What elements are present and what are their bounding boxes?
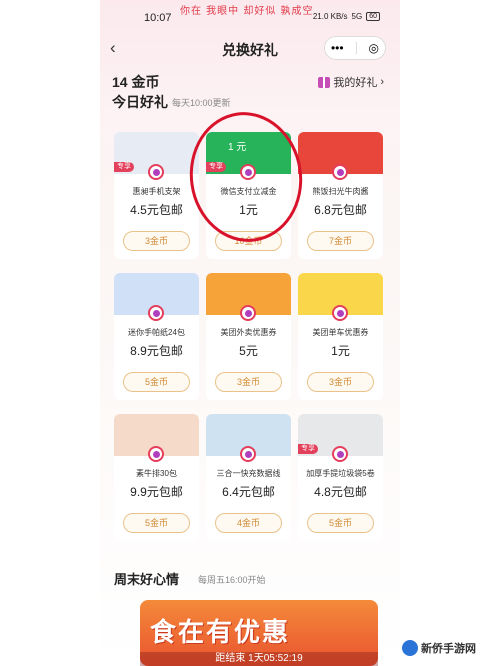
product-card[interactable]: 素牛排30包 9.9元包邮 5金币 (114, 414, 199, 541)
brand-logo-icon (148, 305, 164, 321)
product-price: 9.9元包邮 (130, 485, 183, 499)
product-card[interactable]: 美团单车优惠券 1元 3金币 (298, 273, 383, 400)
banner-title: 食在有优惠 (150, 618, 291, 648)
product-price: 8.9元包邮 (130, 344, 183, 358)
product-name: 素牛排30包 (136, 469, 177, 478)
phone-screen: 10:07 21.0 KB/s 5G 60 ‹ 兑换好礼 ••• ◎ 14 金币… (100, 0, 400, 666)
site-watermark-logo: 新侨手游网 (402, 640, 476, 656)
product-name: 惠昶手机支架 (132, 187, 181, 196)
exclusive-badge: 专享 (298, 444, 318, 454)
exclusive-badge: 专享 (114, 162, 134, 172)
exclusive-badge: 专享 (206, 162, 226, 172)
product-card[interactable]: 三合一快充数据线 6.4元包邮 4金币 (206, 414, 291, 541)
snack-icon (114, 414, 199, 462)
brand-logo-icon (240, 164, 256, 180)
signal-icon: 5G (351, 12, 363, 21)
trash-bag-icon: 专享 (298, 414, 383, 462)
banner-countdown: 距结束 1天05:52:19 (140, 652, 378, 666)
bike-icon (298, 273, 383, 321)
mini-program-capsule: ••• ◎ (324, 36, 386, 60)
redeem-button[interactable]: 10金币 (215, 231, 282, 251)
cable-icon (206, 414, 291, 462)
redeem-button[interactable]: 3金币 (307, 372, 374, 392)
product-card[interactable]: 专享加厚手提垃圾袋5卷 4.8元包邮 5金币 (298, 414, 383, 541)
brand-logo-icon (240, 305, 256, 321)
product-price: 4.5元包邮 (130, 203, 183, 217)
product-price: 5元 (239, 344, 258, 358)
section-subtitle-weekend: 每周五16:00开始 (198, 575, 266, 585)
product-card[interactable]: 1 元专享微信支付立减金 1元 10金币 (206, 132, 291, 259)
product-name: 微信支付立减金 (220, 187, 277, 196)
status-time: 10:07 (144, 12, 172, 24)
more-menu-icon[interactable]: ••• (331, 41, 344, 55)
network-speed: 21.0 KB/s (312, 12, 348, 21)
product-name: 美团外卖优惠券 (220, 328, 277, 337)
product-price: 4.8元包邮 (314, 485, 367, 499)
my-gifts-label: 我的好礼 (333, 77, 378, 89)
product-name: 三合一快充数据线 (216, 469, 281, 478)
site-logo-icon (402, 640, 418, 656)
product-name: 美团单车优惠券 (312, 328, 369, 337)
chevron-right-icon: › (380, 76, 384, 88)
coin-balance: 14 金币 (112, 74, 160, 90)
product-card[interactable]: 美团外卖优惠券 5元 3金币 (206, 273, 291, 400)
nav-bar: ‹ 兑换好礼 ••• ◎ (100, 36, 400, 62)
section-subtitle-today: 每天10:00更新 (172, 98, 231, 108)
battery-icon: 60 (366, 12, 380, 21)
redeem-button[interactable]: 7金币 (307, 231, 374, 251)
redeem-button[interactable]: 3金币 (215, 372, 282, 392)
product-grid: 专享 惠昶手机支架 4.5元包邮 3金币 1 元专享 微信支付立减金 1元 10金币 熊饭扫光牛… (114, 132, 390, 541)
product-price: 1元 (239, 203, 258, 217)
phone-stand-icon: 专享 (114, 132, 199, 180)
brand-logo-icon (240, 446, 256, 462)
brand-logo-icon (332, 305, 348, 321)
my-gifts-link[interactable]: 我的好礼 › (318, 74, 384, 90)
product-card[interactable]: 专享惠昶手机支架 4.5元包邮 3金币 (114, 132, 199, 259)
promo-banner[interactable]: 食在有优惠 距结束 1天05:52:19 (140, 600, 378, 666)
gift-icon (318, 76, 331, 88)
watermark-text: 你在 我眼中 却好似 孰成空 (180, 6, 314, 17)
redeem-button[interactable]: 5金币 (123, 372, 190, 392)
redeem-button[interactable]: 4金币 (215, 513, 282, 533)
beef-sauce-icon (298, 132, 383, 180)
product-name: 加厚手提垃圾袋5卷 (306, 469, 375, 478)
product-price: 6.8元包邮 (314, 203, 367, 217)
product-name: 迷你手帕纸24包 (128, 328, 185, 337)
meituan-food-icon (206, 273, 291, 321)
product-name: 熊饭扫光牛肉酱 (312, 187, 369, 196)
brand-logo-icon (332, 446, 348, 462)
coupon-amount: 1 元 (228, 142, 247, 153)
brand-logo-icon (148, 446, 164, 462)
product-card[interactable]: 迷你手帕纸24包 8.9元包邮 5金币 (114, 273, 199, 400)
brand-logo-icon (148, 164, 164, 180)
section-title-today: 今日好礼 (112, 94, 168, 110)
site-watermark-text: 新侨手游网 (421, 643, 476, 655)
tissue-icon (114, 273, 199, 321)
redeem-button[interactable]: 5金币 (307, 513, 374, 533)
redeem-button[interactable]: 3金币 (123, 231, 190, 251)
product-card[interactable]: 熊饭扫光牛肉酱 6.8元包邮 7金币 (298, 132, 383, 259)
brand-logo-icon (332, 164, 348, 180)
wechat-pay-icon: 1 元专享 (206, 132, 291, 180)
product-price: 6.4元包邮 (222, 485, 275, 499)
redeem-button[interactable]: 5金币 (123, 513, 190, 533)
close-target-icon[interactable]: ◎ (369, 41, 379, 55)
product-price: 1元 (331, 344, 350, 358)
section-title-weekend: 周末好心情 (114, 572, 180, 587)
